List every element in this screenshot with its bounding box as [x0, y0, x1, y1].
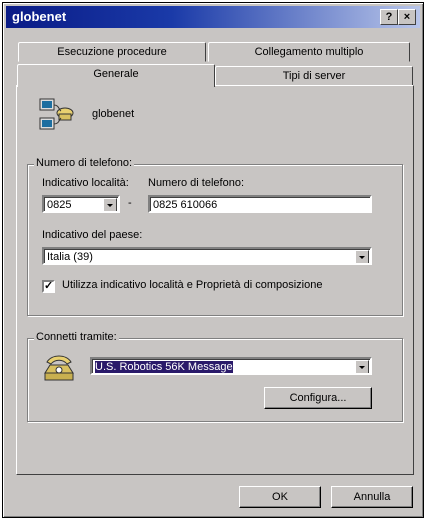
modem-phone-icon [44, 355, 74, 381]
area-code-separator: - [128, 197, 132, 209]
dialog-window: globenet ? × Esecuzione procedure Colleg… [2, 2, 424, 518]
cancel-button[interactable]: Annulla [331, 486, 413, 508]
close-button[interactable]: × [398, 9, 416, 25]
tab-collegamento-multiplo[interactable]: Collegamento multiplo [208, 42, 410, 62]
title-bar[interactable]: globenet ? × [6, 6, 420, 28]
modem-value: U.S. Robotics 56K Message [95, 361, 233, 373]
network-connection-icon [39, 98, 74, 130]
connect-via-legend: Connetti tramite: [34, 331, 119, 343]
tab-tipi-di-server[interactable]: Tipi di server [215, 66, 413, 86]
country-code-combobox[interactable]: Italia (39) [42, 247, 372, 265]
area-code-dropdown-button[interactable] [103, 198, 117, 211]
area-code-label: Indicativo località: [42, 177, 129, 189]
connection-name: globenet [92, 108, 135, 120]
tab-panel-generale: globenet Numero di telefono: Indicativo … [16, 85, 414, 475]
phone-number-input[interactable]: 0825 610066 [148, 195, 372, 213]
window-title: globenet [12, 9, 67, 24]
modem-dropdown-button[interactable] [355, 360, 369, 373]
phone-number-label: Numero di telefono: [148, 177, 244, 189]
connect-via-group: Connetti tramite: U.S. Robotics 56K Mess… [27, 331, 403, 422]
help-button[interactable]: ? [380, 9, 398, 25]
phone-number-group: Numero di telefono: Indicativo località:… [27, 157, 403, 316]
tab-esecuzione-procedure[interactable]: Esecuzione procedure [18, 42, 206, 62]
country-code-label: Indicativo del paese: [42, 229, 143, 241]
tab-generale[interactable]: Generale [17, 64, 215, 87]
configure-button[interactable]: Configura... [264, 387, 372, 409]
ok-button[interactable]: OK [239, 486, 321, 508]
modem-combobox[interactable]: U.S. Robotics 56K Message [90, 357, 372, 375]
country-code-value: Italia (39) [47, 251, 93, 263]
area-code-combobox[interactable]: 0825 [42, 195, 120, 213]
use-area-code-checkbox[interactable]: ✓ [42, 280, 55, 293]
area-code-value: 0825 [47, 199, 72, 211]
phone-group-legend: Numero di telefono: [34, 157, 134, 169]
country-code-dropdown-button[interactable] [355, 250, 369, 263]
use-area-code-label[interactable]: Utilizza indicativo località e Proprietà… [62, 279, 322, 291]
